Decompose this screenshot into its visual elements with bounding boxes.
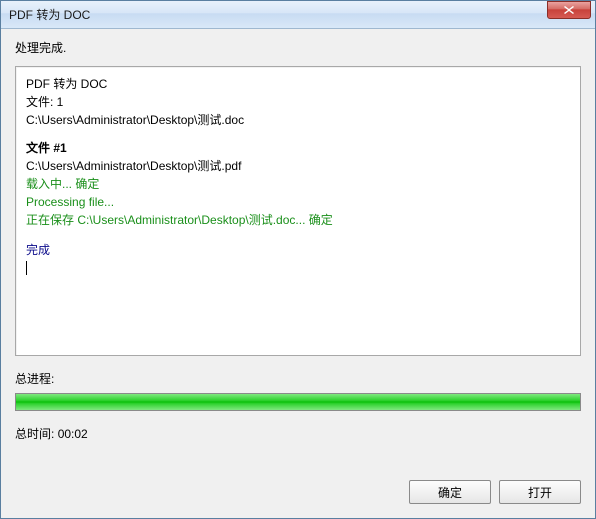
- time-value: 00:02: [58, 427, 88, 441]
- log-output-path: C:\Users\Administrator\Desktop\测试.doc: [26, 111, 570, 129]
- progress-label: 总进程:: [15, 370, 581, 387]
- log-done-line: 完成: [26, 241, 570, 259]
- open-button[interactable]: 打开: [499, 480, 581, 504]
- text-cursor: [26, 261, 27, 275]
- total-time: 总时间: 00:02: [15, 425, 581, 442]
- log-saving-line: 正在保存 C:\Users\Administrator\Desktop\测试.d…: [26, 211, 570, 229]
- log-processing-line: Processing file...: [26, 193, 570, 211]
- log-textarea[interactable]: PDF 转为 DOC 文件: 1 C:\Users\Administrator\…: [15, 66, 581, 356]
- time-label: 总时间:: [15, 427, 54, 441]
- log-input-path: C:\Users\Administrator\Desktop\测试.pdf: [26, 157, 570, 175]
- progress-bar: [15, 393, 581, 411]
- log-files-count: 文件: 1: [26, 93, 570, 111]
- log-loading-line: 载入中... 确定: [26, 175, 570, 193]
- ok-button[interactable]: 确定: [409, 480, 491, 504]
- log-header-title: PDF 转为 DOC: [26, 75, 570, 93]
- status-text: 处理完成.: [15, 39, 581, 56]
- close-button[interactable]: [547, 1, 591, 19]
- close-icon: [564, 6, 574, 14]
- client-area: 处理完成. PDF 转为 DOC 文件: 1 C:\Users\Administ…: [1, 29, 595, 518]
- dialog-window: PDF 转为 DOC 处理完成. PDF 转为 DOC 文件: 1 C:\Use…: [0, 0, 596, 519]
- log-file-heading: 文件 #1: [26, 139, 570, 157]
- button-row: 确定 打开: [15, 462, 581, 504]
- titlebar: PDF 转为 DOC: [1, 1, 595, 29]
- window-title: PDF 转为 DOC: [9, 6, 547, 23]
- progress-fill: [16, 394, 580, 410]
